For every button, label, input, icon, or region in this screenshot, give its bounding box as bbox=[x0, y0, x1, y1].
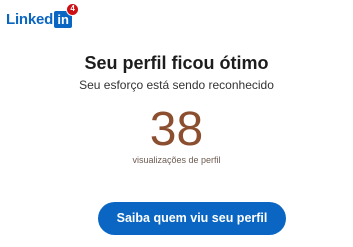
profile-views-label: visualizações de perfil bbox=[132, 155, 221, 165]
profile-views-count: 38 bbox=[149, 103, 204, 156]
notification-badge: 4 bbox=[66, 2, 80, 16]
card-title: Seu perfil ficou ótimo bbox=[84, 53, 269, 73]
linkedin-logo: Linked in 4 bbox=[6, 2, 80, 31]
see-who-viewed-button[interactable]: Saiba quem viu seu perfil bbox=[98, 202, 286, 235]
logo-in-box: in 4 bbox=[54, 2, 80, 28]
logo-wordmark: Linked bbox=[6, 10, 54, 28]
card-subtitle: Seu esforço está sendo reconhecido bbox=[79, 78, 274, 92]
profile-views-card: Seu perfil ficou ótimo Seu esforço está … bbox=[0, 52, 353, 166]
